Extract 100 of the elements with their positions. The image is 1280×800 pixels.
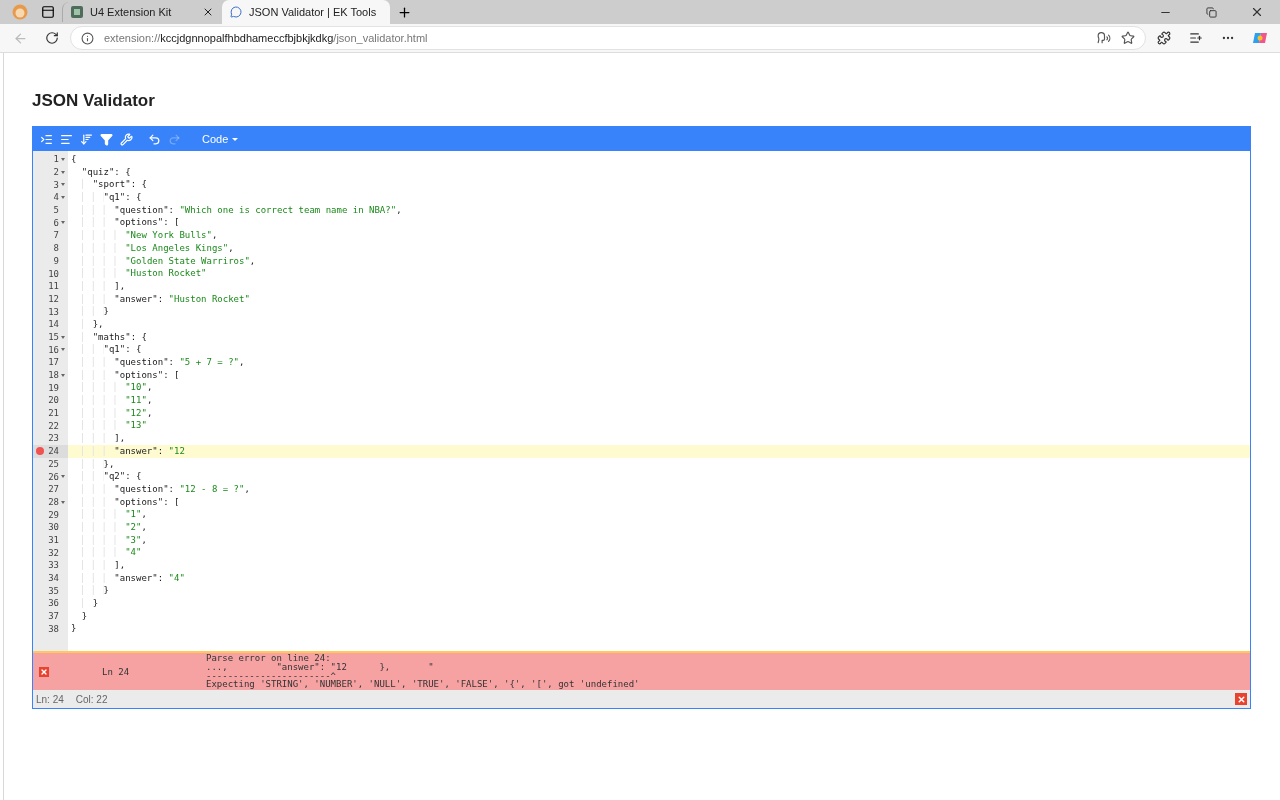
code-line: }, xyxy=(68,457,115,471)
redo-icon xyxy=(167,132,181,146)
browser-tab[interactable]: U4 Extension Kit xyxy=(62,2,222,22)
line-number: 35 xyxy=(48,585,59,596)
code-line: ], xyxy=(68,432,126,445)
line-number: 38 xyxy=(48,623,59,634)
code-line: "10", xyxy=(68,381,153,395)
line-number: 19 xyxy=(48,382,59,393)
undo-icon xyxy=(147,132,161,146)
close-icon[interactable] xyxy=(202,6,214,18)
tab-title: U4 Extension Kit xyxy=(90,6,173,18)
line-number: 32 xyxy=(48,547,59,558)
restore-icon[interactable] xyxy=(1205,6,1217,18)
new-tab-icon[interactable] xyxy=(396,4,412,20)
line-number: 16 xyxy=(48,344,59,355)
line-number: 37 xyxy=(48,611,59,622)
code-line: "3", xyxy=(68,533,147,547)
line-number: 36 xyxy=(48,598,59,609)
line-number: 5 xyxy=(53,205,59,216)
lines-icon xyxy=(59,132,73,146)
error-message: Parse error on line 24: ..., "answer": "12 }, " -----------------------^ Expecting 'STRING', 'NUMBER', 'NULL', 'TRUE', 'FALSE', '{', '[', got 'undefined' xyxy=(206,654,640,689)
code-line: "question": "5 + 7 = ?", xyxy=(68,356,245,369)
line-number: 7 xyxy=(53,230,59,241)
code-line: "q2": { xyxy=(68,470,142,483)
line-number: 14 xyxy=(48,319,59,330)
line-number: 11 xyxy=(48,281,59,292)
kit-favicon-icon xyxy=(71,6,83,18)
code-line: } xyxy=(70,622,77,636)
fold-icon[interactable] xyxy=(61,500,65,504)
line-number: 27 xyxy=(48,484,59,495)
line-number: 25 xyxy=(48,458,59,469)
url-text: extension://kccjdgnnopalfhbdhameccfbjbkjkdkg/json_validator.html xyxy=(104,32,429,44)
fold-icon[interactable] xyxy=(61,221,65,225)
line-number: 29 xyxy=(48,509,59,520)
fold-icon[interactable] xyxy=(61,183,65,187)
line-number: 1 xyxy=(53,154,59,165)
line-number: 28 xyxy=(48,496,59,507)
code-line: "question": "Which one is correct team name in NBA?", xyxy=(68,203,402,217)
line-number: 33 xyxy=(48,560,59,571)
code-line: { xyxy=(70,153,77,166)
star-icon[interactable] xyxy=(1121,31,1135,45)
line-status: Ln: 24 xyxy=(36,693,64,705)
browser-tab[interactable]: JSON Validator | EK Tools xyxy=(222,0,390,24)
close-button[interactable] xyxy=(1235,693,1247,705)
code-line: }, xyxy=(68,317,104,331)
line-number: 6 xyxy=(53,217,59,228)
close-icon[interactable] xyxy=(1250,5,1264,19)
info-icon[interactable] xyxy=(81,31,94,45)
tab-actions-icon[interactable] xyxy=(41,5,55,19)
code-line: } xyxy=(68,584,109,598)
code-line: "answer": "Huston Rocket" xyxy=(68,292,250,306)
column-status: Col: 22 xyxy=(75,693,108,705)
wrench-icon xyxy=(119,132,133,146)
reload-icon[interactable] xyxy=(45,31,59,45)
code-line: "11", xyxy=(68,394,153,407)
line-number: 3 xyxy=(53,179,59,190)
code-line: "options": [ xyxy=(68,495,180,509)
caret-icon xyxy=(232,137,239,141)
code-line: } xyxy=(68,305,109,318)
code-line: "answer": "4" xyxy=(68,571,185,585)
line-number: 26 xyxy=(48,471,59,482)
code-line: "q1": { xyxy=(68,191,142,204)
line-number: 24 xyxy=(48,446,59,457)
favorites-icon[interactable] xyxy=(1189,31,1203,45)
fold-icon[interactable] xyxy=(61,348,65,352)
code-line: "Los Angeles Kings", xyxy=(68,241,234,255)
line-number: 22 xyxy=(48,420,59,431)
chat-bubble-icon xyxy=(230,6,242,18)
error-line[interactable]: Ln 24 xyxy=(102,666,206,677)
line-number: 10 xyxy=(48,268,59,279)
assistant-icon[interactable] xyxy=(1252,30,1268,46)
fold-icon[interactable] xyxy=(61,170,65,174)
fold-icon[interactable] xyxy=(61,373,65,377)
read-aloud-icon[interactable] xyxy=(1097,31,1111,45)
line-number: 34 xyxy=(48,573,59,584)
mode-dropdown[interactable]: Code xyxy=(198,131,243,147)
fold-icon[interactable] xyxy=(61,475,65,479)
fold-icon[interactable] xyxy=(61,158,65,161)
line-number: 8 xyxy=(53,243,59,254)
error-icon xyxy=(39,666,49,677)
line-number: 13 xyxy=(48,306,59,317)
fold-icon[interactable] xyxy=(61,196,65,200)
code-line: "2", xyxy=(68,520,147,534)
line-number: 30 xyxy=(48,522,59,533)
line-number: 2 xyxy=(53,167,59,178)
line-number: 23 xyxy=(48,433,59,444)
fold-icon[interactable] xyxy=(61,335,65,339)
code-line: } xyxy=(80,609,88,623)
line-number: 12 xyxy=(48,293,59,304)
sort-icon xyxy=(79,132,93,146)
line-number: 31 xyxy=(48,534,59,545)
code-line: ], xyxy=(68,279,126,293)
address-bar[interactable]: extension://kccjdgnnopalfhbdhameccfbjbkjkdkg/json_validator.html xyxy=(70,26,1146,50)
code-line: "quiz": { xyxy=(80,165,131,179)
code-line: "maths": { xyxy=(68,330,147,344)
code-line: "13" xyxy=(68,419,147,433)
extensions-icon[interactable] xyxy=(1157,31,1171,45)
code-line: "question": "12 - 8 = ?", xyxy=(68,482,250,496)
line-number: 20 xyxy=(48,395,59,406)
code-line: "sport": { xyxy=(68,178,147,192)
